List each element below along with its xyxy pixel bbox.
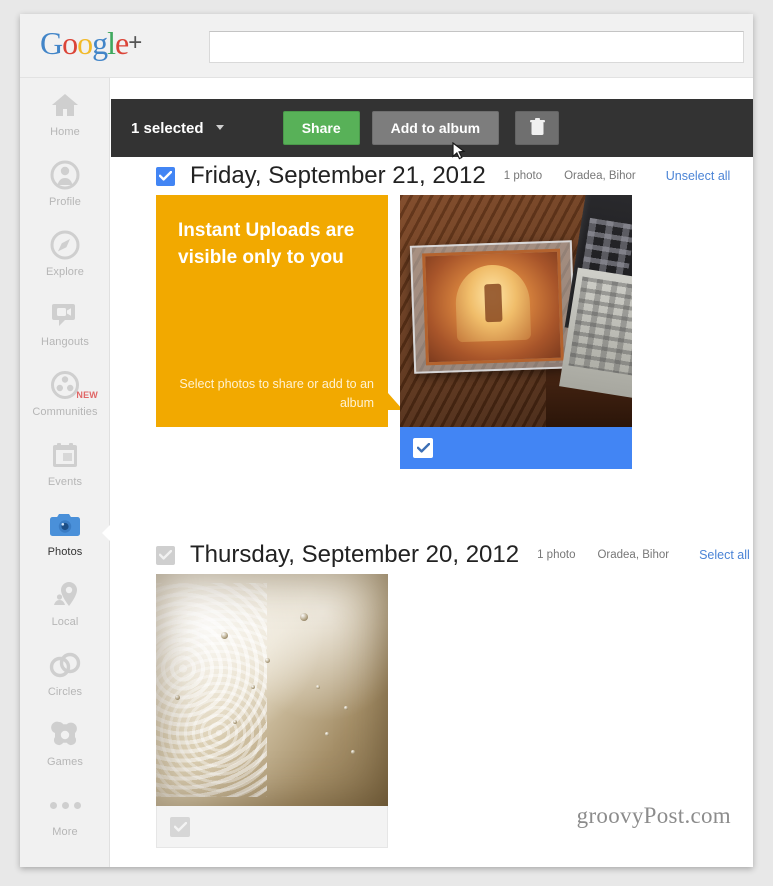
more-dots-icon — [48, 788, 82, 822]
date-header-row: Friday, September 21, 2012 1 photo Orade… — [111, 157, 753, 195]
section-select-all-link[interactable]: Select all — [699, 548, 750, 562]
sidebar-item-hangouts[interactable]: Hangouts — [20, 288, 110, 358]
google-plus-logo[interactable]: Google+ — [40, 25, 142, 61]
trash-icon — [529, 117, 545, 139]
sidebar-item-label: Explore — [46, 266, 84, 278]
selection-toolbar: 1 selected Share Add to album — [111, 99, 753, 160]
hangouts-icon — [48, 298, 82, 332]
watermark: groovyPost.com — [576, 803, 731, 828]
logo-letter: o — [77, 25, 93, 61]
sidebar-item-label: Profile — [49, 196, 81, 208]
photo-selection-bar[interactable] — [400, 427, 632, 469]
selected-count-label: 1 selected — [131, 119, 204, 137]
instant-uploads-card[interactable]: Instant Uploads are visible only to you … — [156, 195, 403, 427]
photo-date-section: Friday, September 21, 2012 1 photo Orade… — [111, 157, 753, 469]
photo-thumbnail[interactable] — [400, 195, 632, 427]
explore-icon — [48, 228, 82, 262]
section-date-title: Friday, September 21, 2012 — [190, 162, 486, 189]
sidebar-item-photos[interactable]: Photos — [20, 498, 111, 568]
logo-letter: e — [115, 25, 129, 61]
add-to-album-label: Add to album — [390, 120, 481, 136]
games-icon — [48, 718, 82, 752]
section-photo-count: 1 photo — [503, 170, 543, 182]
left-sidebar: Home Profile Explore Hangouts NEW Commun… — [20, 78, 111, 867]
camera-icon — [48, 508, 82, 542]
sidebar-item-events[interactable]: Events — [20, 428, 110, 498]
sidebar-item-profile[interactable]: Profile — [20, 148, 110, 218]
sidebar-item-label: Communities — [32, 406, 98, 418]
section-select-checkbox[interactable] — [156, 166, 175, 186]
home-icon — [48, 88, 82, 122]
sidebar-item-communities[interactable]: NEW Communities — [20, 358, 110, 428]
section-select-all-link[interactable]: Unselect all — [666, 169, 731, 183]
delete-button[interactable] — [515, 111, 560, 145]
instant-uploads-title: Instant Uploads are visible only to you — [178, 220, 355, 268]
photo-selection-bar[interactable] — [156, 806, 388, 848]
photo-select-checkbox[interactable] — [170, 816, 190, 837]
share-button[interactable]: Share — [282, 111, 360, 145]
sidebar-item-label: Circles — [47, 686, 83, 698]
logo-plus: + — [128, 29, 142, 56]
sidebar-item-label: Photos — [47, 546, 83, 558]
section-location: Oradea, Bihor — [597, 549, 670, 561]
circles-icon — [48, 648, 82, 682]
section-photo-count: 1 photo — [537, 549, 576, 561]
selected-count-dropdown[interactable]: 1 selected — [131, 120, 224, 137]
sidebar-item-circles[interactable]: Circles — [20, 638, 110, 708]
sidebar-item-label: Home — [50, 126, 80, 138]
photo-thumbnail[interactable] — [156, 574, 388, 806]
logo-letter: o — [62, 25, 78, 61]
active-item-pointer — [102, 524, 111, 542]
date-header-row: Thursday, September 20, 2012 1 photo Ora… — [111, 536, 753, 574]
photo-date-section: Thursday, September 20, 2012 1 photo Ora… — [111, 536, 753, 848]
section-location: Oradea, Bihor — [564, 170, 636, 182]
section-select-checkbox[interactable] — [156, 545, 175, 565]
sidebar-item-home[interactable]: Home — [20, 78, 110, 148]
sidebar-item-games[interactable]: Games — [20, 708, 110, 778]
search-input[interactable] — [209, 31, 744, 63]
sidebar-item-label: Hangouts — [41, 336, 89, 348]
logo-letter: G — [40, 25, 63, 61]
sidebar-item-more[interactable]: More — [20, 778, 110, 848]
location-pin-icon — [48, 578, 82, 612]
google-plus-page: Google+ Home Profile Explore Hangouts NE… — [20, 14, 753, 867]
section-date-title: Thursday, September 20, 2012 — [190, 541, 520, 568]
page-header: Google+ — [20, 14, 753, 78]
instant-uploads-subtitle: Select photos to share or add to an albu… — [179, 377, 374, 410]
sidebar-item-local[interactable]: Local — [20, 568, 110, 638]
chevron-down-icon — [215, 124, 224, 130]
sidebar-item-explore[interactable]: Explore — [20, 218, 110, 288]
sidebar-item-label: Local — [51, 616, 79, 628]
communities-new-badge: NEW — [76, 390, 98, 400]
events-icon — [48, 438, 82, 472]
add-to-album-button[interactable]: Add to album — [371, 111, 500, 145]
main-content: 1 selected Share Add to album Friday, Se… — [111, 78, 753, 867]
photo-select-checkbox[interactable] — [413, 438, 433, 458]
sidebar-item-label: Events — [47, 476, 83, 488]
sidebar-item-label: More — [52, 826, 78, 838]
logo-letter: g — [92, 25, 108, 61]
share-button-label: Share — [301, 120, 341, 136]
photo-tile[interactable] — [156, 574, 388, 848]
profile-icon — [48, 158, 82, 192]
logo-letter: l — [107, 25, 116, 61]
sidebar-item-label: Games — [47, 756, 83, 768]
photo-tile[interactable] — [400, 195, 632, 469]
